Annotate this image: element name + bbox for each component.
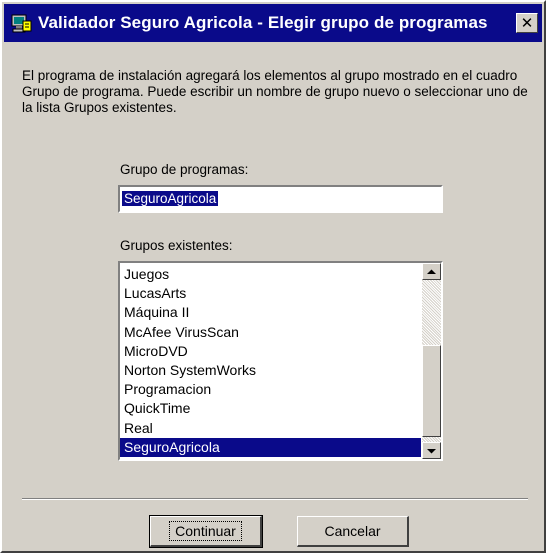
list-item[interactable]: Juegos [120, 265, 421, 284]
cancel-button[interactable]: Cancelar [297, 516, 409, 547]
scroll-up-button[interactable] [422, 263, 441, 280]
list-item[interactable]: LucasArts [120, 284, 421, 303]
window-title: Validador Seguro Agricola - Elegir grupo… [38, 13, 488, 32]
list-item[interactable]: SeguroAgricola [120, 437, 421, 457]
continue-button-label: Continuar [169, 521, 242, 541]
continue-button[interactable]: Continuar [149, 515, 263, 548]
existing-groups-label: Grupos existentes: [120, 238, 233, 253]
setup-computer-icon [11, 14, 32, 33]
program-group-input[interactable]: SeguroAgricola [118, 185, 443, 213]
scroll-down-button[interactable] [422, 442, 441, 459]
separator [22, 498, 528, 500]
list-item[interactable]: Máquina II [120, 303, 421, 322]
existing-groups-list[interactable]: Juegos LucasArts Máquina II McAfee VirusSca… [118, 261, 443, 461]
list-item[interactable]: Real [120, 419, 421, 438]
vertical-scrollbar[interactable] [422, 263, 441, 459]
title-bar[interactable]: Validador Seguro Agricola - Elegir grupo… [4, 4, 542, 42]
list-item[interactable]: QuickTime [120, 399, 421, 418]
cancel-button-label: Cancelar [324, 523, 381, 539]
program-group-label: Grupo de programas: [120, 162, 249, 177]
close-icon: ✕ [520, 14, 534, 32]
scroll-down-arrow-icon [427, 448, 436, 453]
list-item[interactable]: MicroDVD [120, 342, 421, 361]
list-item[interactable]: McAfee VirusScan [120, 323, 421, 342]
list-item[interactable]: Norton SystemWorks [120, 361, 421, 380]
scroll-up-arrow-icon [427, 269, 436, 274]
program-group-value: SeguroAgricola [122, 191, 219, 206]
scrollbar-thumb[interactable] [422, 345, 441, 437]
dialog-window: Validador Seguro Agricola - Elegir grupo… [0, 0, 546, 553]
list-item[interactable]: Programacion [120, 380, 421, 399]
close-button[interactable]: ✕ [516, 13, 538, 33]
instructions-text: El programa de instalación agregará los … [22, 68, 528, 115]
